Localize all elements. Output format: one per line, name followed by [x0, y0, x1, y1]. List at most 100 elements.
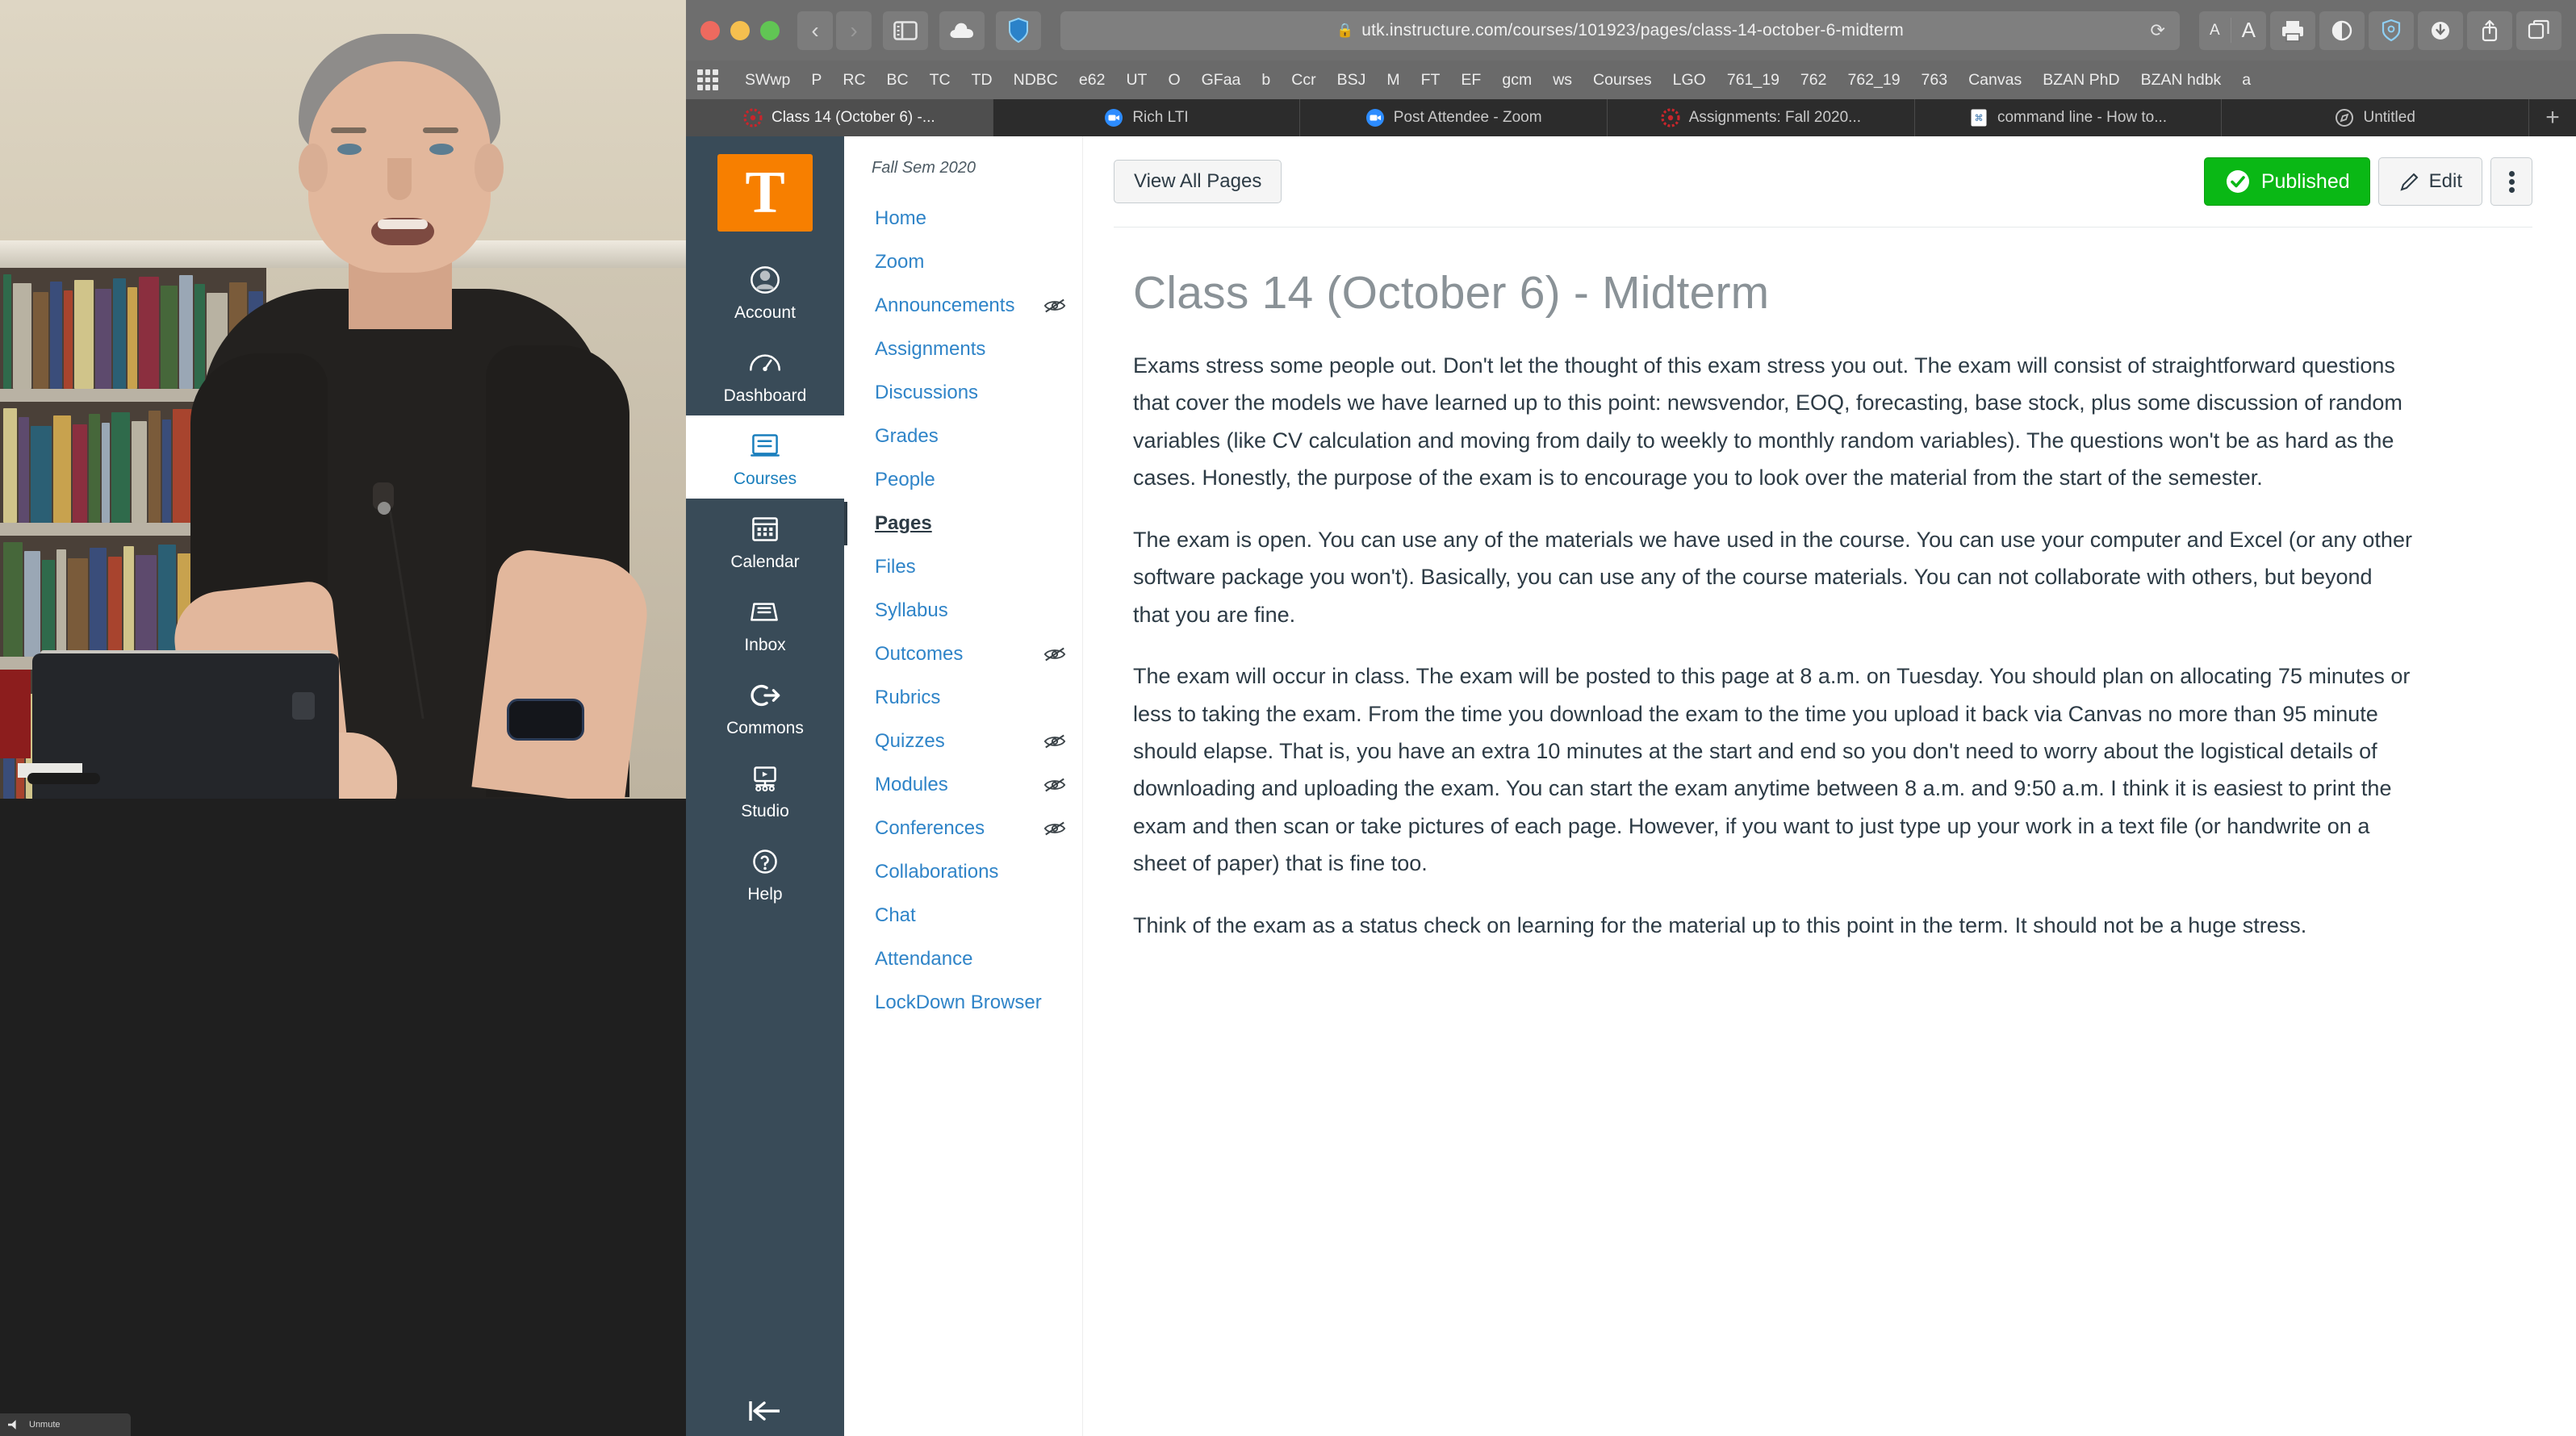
back-button[interactable]: ‹ [797, 11, 833, 50]
reader-mode-button[interactable] [2319, 11, 2365, 50]
bookmark-item[interactable]: 762 [1790, 71, 1838, 90]
course-nav-item-grades[interactable]: Grades [844, 415, 1082, 458]
bookmark-item[interactable]: TC [919, 71, 961, 90]
bookmark-item[interactable]: 761_19 [1717, 71, 1790, 90]
bookmark-item[interactable]: ws [1542, 71, 1583, 90]
reload-icon[interactable]: ⟳ [2151, 20, 2165, 41]
font-decrease-button[interactable]: A [2199, 22, 2231, 40]
page-zoom-controls[interactable]: A A [2199, 11, 2266, 50]
course-nav-item-outcomes[interactable]: Outcomes [844, 632, 1082, 676]
toolbar-right-tools[interactable]: A A [2199, 11, 2561, 50]
bookmark-item[interactable]: M [1376, 71, 1410, 90]
global-nav-item-courses[interactable]: Courses [686, 415, 844, 499]
bookmarks-bar[interactable]: SWwpPRCBCTCTDNDBCe62UTOGFaabCcrBSJMFTEFg… [686, 61, 2576, 99]
course-nav-item-pages[interactable]: Pages [844, 502, 1082, 545]
bookmark-item[interactable]: FT [1411, 71, 1451, 90]
course-nav-item-modules[interactable]: Modules [844, 763, 1082, 807]
browser-tab[interactable]: Post Attendee - Zoom [1300, 99, 1608, 136]
bookmark-item[interactable]: BZAN hdbk [2131, 71, 2232, 90]
global-nav-item-account[interactable]: Account [686, 249, 844, 332]
address-bar[interactable]: 🔒 utk.instructure.com/courses/101923/pag… [1060, 11, 2180, 50]
minimize-window-button[interactable] [730, 21, 750, 40]
share-button[interactable] [2467, 11, 2512, 50]
course-nav-item-announcements[interactable]: Announcements [844, 284, 1082, 328]
bookmark-item[interactable]: O [1157, 71, 1190, 90]
browser-tab[interactable]: Class 14 (October 6) -... [686, 99, 993, 136]
forward-button[interactable]: › [836, 11, 872, 50]
browser-tab[interactable]: Assignments: Fall 2020... [1608, 99, 1915, 136]
page-more-options-button[interactable] [2490, 157, 2532, 206]
bookmark-item[interactable]: GFaa [1191, 71, 1252, 90]
edit-page-button[interactable]: Edit [2378, 157, 2482, 206]
course-nav-item-rubrics[interactable]: Rubrics [844, 676, 1082, 720]
url-text: utk.instructure.com/courses/101923/pages… [1361, 21, 1904, 40]
course-nav-item-conferences[interactable]: Conferences [844, 807, 1082, 850]
global-nav-item-commons[interactable]: Commons [686, 665, 844, 748]
bookmark-item[interactable]: EF [1450, 71, 1491, 90]
navigation-buttons[interactable]: ‹ › [797, 11, 872, 50]
course-nav-item-files[interactable]: Files [844, 545, 1082, 589]
course-nav-item-discussions[interactable]: Discussions [844, 371, 1082, 415]
bookmark-item[interactable]: 763 [1911, 71, 1959, 90]
password-manager-button[interactable] [996, 11, 1041, 50]
course-nav-item-syllabus[interactable]: Syllabus [844, 589, 1082, 632]
bookmark-item[interactable]: b [1251, 71, 1281, 90]
new-tab-button[interactable]: + [2529, 99, 2576, 136]
course-nav-item-chat[interactable]: Chat [844, 894, 1082, 937]
course-nav-item-quizzes[interactable]: Quizzes [844, 720, 1082, 763]
bookmark-item[interactable]: P [801, 71, 832, 90]
bookmark-item[interactable]: e62 [1068, 71, 1116, 90]
course-nav-item-people[interactable]: People [844, 458, 1082, 502]
toolbar-divider [1114, 227, 2532, 228]
bookmark-item[interactable]: TD [961, 71, 1003, 90]
global-nav-item-dashboard[interactable]: Dashboard [686, 332, 844, 415]
bookmark-item[interactable]: UT [1115, 71, 1157, 90]
browser-tab[interactable]: ⌘command line - How to... [1915, 99, 2223, 136]
bookmark-item[interactable]: BSJ [1327, 71, 1377, 90]
sidebar-toggle-button[interactable] [883, 11, 928, 50]
kebab-menu-icon [2509, 169, 2515, 195]
microphone-icon[interactable] [8, 1419, 21, 1430]
bookmark-item[interactable]: NDBC [1003, 71, 1068, 90]
browser-tab[interactable]: Untitled [2222, 99, 2529, 136]
bookmark-item[interactable]: LGO [1662, 71, 1717, 90]
bookmark-item[interactable]: a [2231, 71, 2261, 90]
print-button[interactable] [2270, 11, 2315, 50]
bookmark-item[interactable]: gcm [1491, 71, 1542, 90]
maximize-window-button[interactable] [760, 21, 780, 40]
global-nav-item-calendar[interactable]: Calendar [686, 499, 844, 582]
zoom-meeting-toolbar[interactable]: Unmute [0, 1413, 131, 1436]
view-all-pages-button[interactable]: View All Pages [1114, 160, 1282, 204]
utk-logo[interactable]: T [717, 154, 813, 232]
privacy-report-button[interactable] [2369, 11, 2414, 50]
collapse-nav-button[interactable] [686, 1397, 844, 1425]
course-nav-item-home[interactable]: Home [844, 197, 1082, 240]
window-controls[interactable] [700, 21, 780, 40]
apps-grid-icon[interactable] [697, 69, 718, 90]
bookmark-item[interactable]: Ccr [1281, 71, 1326, 90]
font-increase-button[interactable]: A [2231, 18, 2266, 43]
bookmark-item[interactable]: 762_19 [1837, 71, 1910, 90]
course-nav-item-assignments[interactable]: Assignments [844, 328, 1082, 371]
tab-strip[interactable]: Class 14 (October 6) -...Rich LTIPost At… [686, 99, 2576, 136]
bookmark-item[interactable]: Canvas [1958, 71, 2032, 90]
browser-tab[interactable]: Rich LTI [993, 99, 1301, 136]
course-nav-item-zoom[interactable]: Zoom [844, 240, 1082, 284]
global-nav-item-help[interactable]: Help [686, 831, 844, 914]
bookmark-item[interactable]: RC [832, 71, 876, 90]
page-paragraph: The exam will occur in class. The exam w… [1133, 657, 2412, 883]
bookmark-item[interactable]: Courses [1583, 71, 1662, 90]
bookmark-item[interactable]: BC [876, 71, 919, 90]
course-nav-item-lockdown-browser[interactable]: LockDown Browser [844, 981, 1082, 1025]
course-nav-item-attendance[interactable]: Attendance [844, 937, 1082, 981]
close-window-button[interactable] [700, 21, 720, 40]
bookmark-item[interactable]: SWwp [734, 71, 801, 90]
global-nav-item-inbox[interactable]: Inbox [686, 582, 844, 665]
published-status-button[interactable]: Published [2204, 157, 2370, 206]
icloud-button[interactable] [939, 11, 985, 50]
bookmark-item[interactable]: BZAN PhD [2032, 71, 2130, 90]
tab-overview-button[interactable] [2516, 11, 2561, 50]
downloads-button[interactable] [2418, 11, 2463, 50]
global-nav-item-studio[interactable]: Studio [686, 748, 844, 831]
course-nav-item-collaborations[interactable]: Collaborations [844, 850, 1082, 894]
